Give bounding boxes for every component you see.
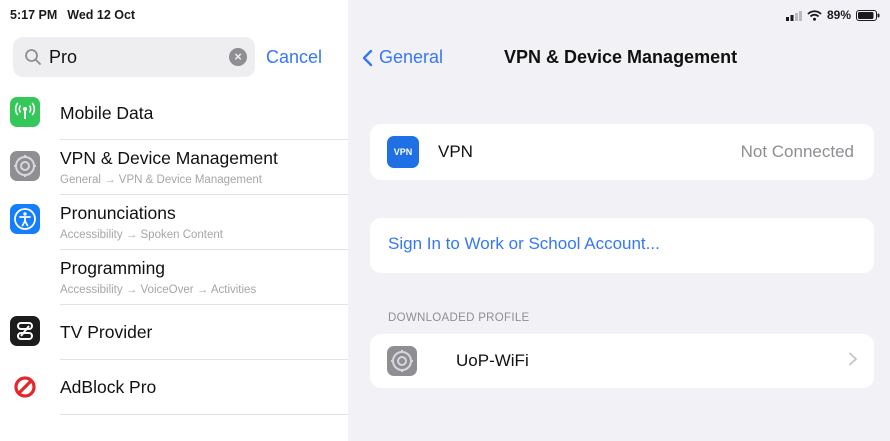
result-pronunciations[interactable]: Pronunciations Accessibility → Spoken Co… <box>0 196 348 250</box>
chevron-left-icon <box>362 49 373 66</box>
divider <box>60 359 348 360</box>
search-input[interactable] <box>49 46 229 68</box>
vpn-row[interactable]: VPN VPN Not Connected <box>370 124 874 180</box>
accessibility-icon <box>10 204 40 234</box>
antenna-icon <box>10 97 40 127</box>
chevron-right-icon <box>849 352 857 366</box>
cancel-button[interactable]: Cancel <box>266 47 322 68</box>
result-title: VPN & Device Management <box>60 148 278 168</box>
result-title: Programming <box>60 258 166 278</box>
divider <box>60 414 348 415</box>
search-icon <box>25 49 41 65</box>
status-time: 5:17 PM <box>10 8 58 22</box>
divider <box>60 304 348 305</box>
result-mobile-data[interactable]: Mobile Data <box>0 86 348 140</box>
result-adblock-pro[interactable]: AdBlock Pro <box>0 361 348 415</box>
cellular-signal-icon <box>785 10 802 21</box>
result-title: AdBlock Pro <box>60 377 157 397</box>
vpn-label: VPN <box>438 142 473 161</box>
result-vpn-device-management[interactable]: VPN & Device Management General → VPN & … <box>0 141 348 195</box>
search-pane: 5:17 PM Wed 12 Oct × Cancel Mobile Data <box>0 0 348 441</box>
gear-icon <box>10 151 40 181</box>
result-title: Mobile Data <box>60 103 154 123</box>
result-title: TV Provider <box>60 322 153 342</box>
profile-row[interactable]: UoP-WiFi <box>370 334 874 388</box>
vpn-icon: VPN <box>387 136 419 168</box>
page-title: VPN & Device Management <box>504 47 738 67</box>
adblock-icon <box>10 372 40 402</box>
result-programming[interactable]: Programming Accessibility → VoiceOver → … <box>0 251 348 305</box>
status-date: Wed 12 Oct <box>67 8 136 22</box>
back-button[interactable]: General <box>362 47 443 68</box>
result-subtitle: Accessibility → Spoken Content <box>60 229 223 241</box>
search-field[interactable]: × <box>13 37 255 77</box>
battery-icon <box>856 9 880 21</box>
sign-in-row[interactable]: Sign In to Work or School Account... <box>370 218 874 273</box>
status-bar-right: 89% <box>785 8 880 22</box>
result-title: Pronunciations <box>60 203 176 223</box>
clear-search-button[interactable]: × <box>229 48 247 66</box>
profile-gear-icon <box>387 346 417 376</box>
sign-in-link[interactable]: Sign In to Work or School Account... <box>388 234 660 254</box>
divider <box>60 139 348 140</box>
wifi-icon <box>807 9 822 21</box>
tv-provider-icon <box>10 316 40 346</box>
status-bar-left: 5:17 PM Wed 12 Oct <box>10 8 135 22</box>
result-subtitle: General → VPN & Device Management <box>60 174 262 186</box>
result-tv-provider[interactable]: TV Provider <box>0 306 348 360</box>
back-label: General <box>379 47 444 67</box>
battery-percentage: 89% <box>826 8 851 22</box>
profile-name: UoP-WiFi <box>456 351 529 370</box>
divider <box>60 249 348 250</box>
divider <box>60 194 348 195</box>
detail-pane: 89% General VPN & Device Management VPN … <box>348 0 890 441</box>
vpn-status: Not Connected <box>740 142 854 161</box>
result-subtitle: Accessibility → VoiceOver → Activities <box>60 284 257 296</box>
section-header-downloaded-profile: DOWNLOADED PROFILE <box>388 312 530 324</box>
